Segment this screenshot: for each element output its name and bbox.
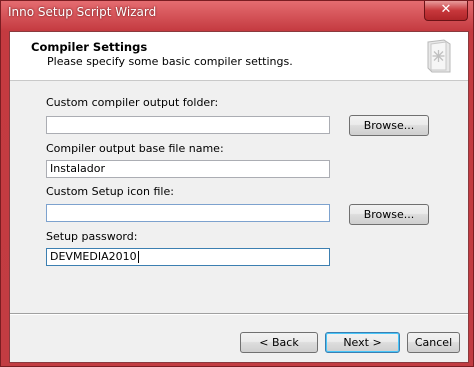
icon-file-input[interactable] xyxy=(46,204,330,222)
base-file-name-label: Compiler output base file name: xyxy=(46,142,224,155)
wizard-window: Inno Setup Script Wizard ✕ Compiler Sett… xyxy=(0,0,474,367)
password-label: Setup password: xyxy=(46,230,138,243)
footer-divider xyxy=(10,313,468,315)
base-file-name-input[interactable]: Instalador xyxy=(46,160,330,178)
wizard-client-area: Compiler Settings Please specify some ba… xyxy=(9,31,469,363)
output-folder-input[interactable] xyxy=(46,116,330,134)
back-button[interactable]: < Back xyxy=(240,332,318,353)
icon-file-label: Custom Setup icon file: xyxy=(46,185,174,198)
wizard-header: Compiler Settings Please specify some ba… xyxy=(10,32,468,81)
next-button[interactable]: Next > xyxy=(325,332,400,353)
page-subtitle: Please specify some basic compiler setti… xyxy=(47,55,293,68)
password-input[interactable]: DEVMEDIA2010 xyxy=(46,248,330,266)
close-icon: ✕ xyxy=(440,2,452,17)
wizard-page-icon xyxy=(427,39,451,73)
close-button[interactable]: ✕ xyxy=(424,1,468,21)
browse-output-folder-button[interactable]: Browse... xyxy=(349,115,429,136)
title-bar[interactable]: Inno Setup Script Wizard ✕ xyxy=(1,1,473,25)
browse-icon-file-button[interactable]: Browse... xyxy=(349,204,429,225)
cancel-button[interactable]: Cancel xyxy=(407,332,460,353)
window-title: Inno Setup Script Wizard xyxy=(8,5,157,19)
page-title: Compiler Settings xyxy=(31,40,148,54)
password-value: DEVMEDIA2010 xyxy=(50,250,137,263)
output-folder-label: Custom compiler output folder: xyxy=(46,96,219,109)
text-caret xyxy=(137,251,139,263)
